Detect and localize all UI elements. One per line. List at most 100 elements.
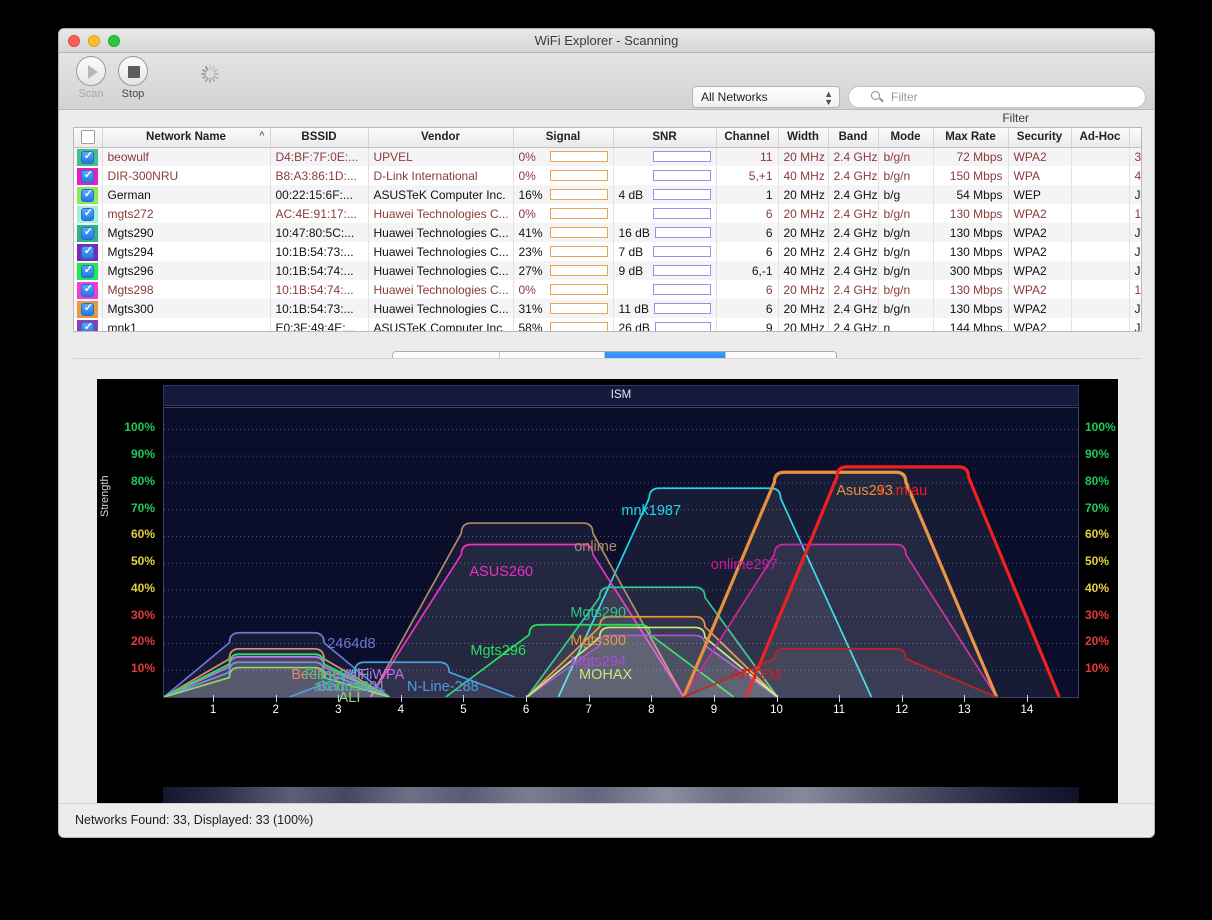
chart-canvas: ISM Strength 100% 90% 80% 70% 60% 50% 40% 30% 20… xyxy=(97,379,1118,813)
chart-label-mgts290: Mgts290 xyxy=(570,605,627,621)
row-checkbox[interactable] xyxy=(81,206,95,221)
x-tick-mark xyxy=(839,695,841,702)
column-header-select[interactable] xyxy=(1129,128,1141,148)
network-filter-select[interactable]: All Networks ▲ ▼ xyxy=(692,86,840,108)
row-checkbox[interactable] xyxy=(81,149,95,164)
cell-adhoc xyxy=(1071,299,1130,318)
table-row[interactable]: Mgts30010:1B:54:73:...Huawei Technologie… xyxy=(74,299,1141,318)
cell-signal: 23% xyxy=(513,242,614,261)
cell-channel: 9 xyxy=(716,318,779,331)
table-row[interactable]: mnk1E0:3F:49:4E:...ASUSTeK Computer Inc.… xyxy=(74,318,1141,331)
cell-snr: 4 dB xyxy=(613,185,717,204)
table-row[interactable]: Mgts29610:1B:54:74:...Huawei Technologie… xyxy=(74,261,1141,280)
row-checkbox[interactable] xyxy=(81,168,95,183)
row-checkbox[interactable] xyxy=(81,263,95,278)
chart-label-onlime: onlime xyxy=(574,539,617,555)
status-text: Networks Found: 33, Displayed: 33 (100%) xyxy=(75,813,314,827)
column-header-security[interactable]: Security xyxy=(1008,128,1072,148)
column-header-max-rate[interactable]: Max Rate xyxy=(933,128,1009,148)
network-filter-value: All Networks xyxy=(701,90,768,104)
y-tick-right: 100% xyxy=(1085,420,1116,435)
column-header-vendor[interactable]: Vendor xyxy=(368,128,514,148)
cell-vendor: Huawei Technologies C... xyxy=(368,223,514,242)
column-header-snr[interactable]: SNR xyxy=(613,128,717,148)
cell-band: 2.4 GHz xyxy=(828,147,879,166)
column-header-label: SNR xyxy=(652,131,677,144)
cell-signal: 58% xyxy=(513,318,614,331)
column-header-signal[interactable]: Signal xyxy=(513,128,614,148)
row-color-checkbox-cell[interactable] xyxy=(74,166,103,185)
cell-snr xyxy=(613,204,717,223)
row-color-checkbox-cell[interactable] xyxy=(74,185,103,204)
cell-overflow: Ju xyxy=(1129,242,1141,261)
column-header-band[interactable]: Band xyxy=(828,128,879,148)
toolbar: Scan Stop All Networks ▲ ▼ Filter Filter xyxy=(59,53,1154,125)
scan-button[interactable]: Scan xyxy=(67,56,115,100)
cell-vendor: ASUSTeK Computer Inc. xyxy=(368,185,514,204)
row-color-checkbox-cell[interactable] xyxy=(74,299,103,318)
networks-table[interactable]: Network Name ^ BSSID Vendor Signal SNR Channel… xyxy=(73,127,1142,332)
cell-channel: 6 xyxy=(716,204,779,223)
cell-mode: b/g/n xyxy=(878,204,934,223)
row-color-checkbox-cell[interactable] xyxy=(74,261,103,280)
cell-width: 40 MHz xyxy=(778,166,829,185)
chart-label-mgts296: Mgts296 xyxy=(470,643,527,659)
cell-band: 2.4 GHz xyxy=(828,242,879,261)
row-checkbox[interactable] xyxy=(81,301,95,316)
row-checkbox[interactable] xyxy=(81,244,95,259)
table-row[interactable]: Mgts29810:1B:54:74:...Huawei Technologie… xyxy=(74,280,1141,299)
stop-button[interactable]: Stop xyxy=(109,56,157,100)
row-color-checkbox-cell[interactable] xyxy=(74,242,103,261)
column-header-network-name[interactable]: Network Name ^ xyxy=(102,128,271,148)
cell-mode: b/g/n xyxy=(878,223,934,242)
column-header-channel[interactable]: Channel xyxy=(716,128,779,148)
cell-channel: 6 xyxy=(716,223,779,242)
cell-overflow: Ju xyxy=(1129,318,1141,331)
column-header-select[interactable] xyxy=(74,128,103,148)
table-row[interactable]: DIR-300NRUB8:A3:86:1D:...D-Link Internat… xyxy=(74,166,1141,185)
chevron-updown-icon: ▲ ▼ xyxy=(824,89,833,107)
row-color-checkbox-cell[interactable] xyxy=(74,318,103,331)
table-row[interactable]: Mgts29010:47:80:5C:...Huawei Technologie… xyxy=(74,223,1141,242)
table-row[interactable]: Mgts29410:1B:54:73:...Huawei Technologie… xyxy=(74,242,1141,261)
row-color-checkbox-cell[interactable] xyxy=(74,204,103,223)
cell-signal: 41% xyxy=(513,223,614,242)
table-header-row: Network Name ^ BSSID Vendor Signal SNR Channel… xyxy=(74,128,1141,148)
cell-band: 2.4 GHz xyxy=(828,204,879,223)
cell-signal: 0% xyxy=(513,280,614,299)
cell-security: WPA2 xyxy=(1008,242,1072,261)
select-all-checkbox[interactable] xyxy=(80,130,95,145)
column-header-bssid[interactable]: BSSID xyxy=(270,128,369,148)
x-tick-channel-1: 1 xyxy=(209,704,217,716)
row-color-checkbox-cell[interactable] xyxy=(74,147,103,166)
row-checkbox[interactable] xyxy=(81,320,95,331)
cell-width: 40 MHz xyxy=(778,261,829,280)
cell-mode: b/g/n xyxy=(878,261,934,280)
cell-security: WPA2 xyxy=(1008,280,1072,299)
search-input[interactable]: Filter xyxy=(848,86,1146,108)
y-tick-left: 10% xyxy=(130,661,155,676)
column-header-width[interactable]: Width xyxy=(778,128,829,148)
table-row[interactable]: German00:22:15:6F:...ASUSTeK Computer In… xyxy=(74,185,1141,204)
row-checkbox[interactable] xyxy=(81,282,95,297)
cell-adhoc xyxy=(1071,280,1130,299)
x-tick-mark xyxy=(901,695,903,702)
x-tick-channel-10: 10 xyxy=(770,704,783,716)
row-color-checkbox-cell[interactable] xyxy=(74,280,103,299)
search-placeholder: Filter xyxy=(891,90,918,104)
cell-snr: 11 dB xyxy=(613,299,717,318)
cell-vendor: Huawei Technologies C... xyxy=(368,204,514,223)
row-checkbox[interactable] xyxy=(81,225,95,240)
table-row[interactable]: mgts272AC:4E:91:17:...Huawei Technologie… xyxy=(74,204,1141,223)
column-header-ad-hoc[interactable]: Ad-Hoc xyxy=(1071,128,1130,148)
y-tick-left: 100% xyxy=(124,420,155,435)
y-axis-title: Strength xyxy=(99,475,111,517)
cell-overflow: Ju xyxy=(1129,185,1141,204)
row-checkbox[interactable] xyxy=(81,187,95,202)
column-header-mode[interactable]: Mode xyxy=(878,128,934,148)
y-tick-left: 20% xyxy=(130,634,155,649)
table-row[interactable]: beowulfD4:BF:7F:0E:...UPVEL0% 1120 MHz2.4… xyxy=(74,147,1141,166)
x-tick-mark xyxy=(776,695,778,702)
cell-security: WPA2 xyxy=(1008,147,1072,166)
row-color-checkbox-cell[interactable] xyxy=(74,223,103,242)
